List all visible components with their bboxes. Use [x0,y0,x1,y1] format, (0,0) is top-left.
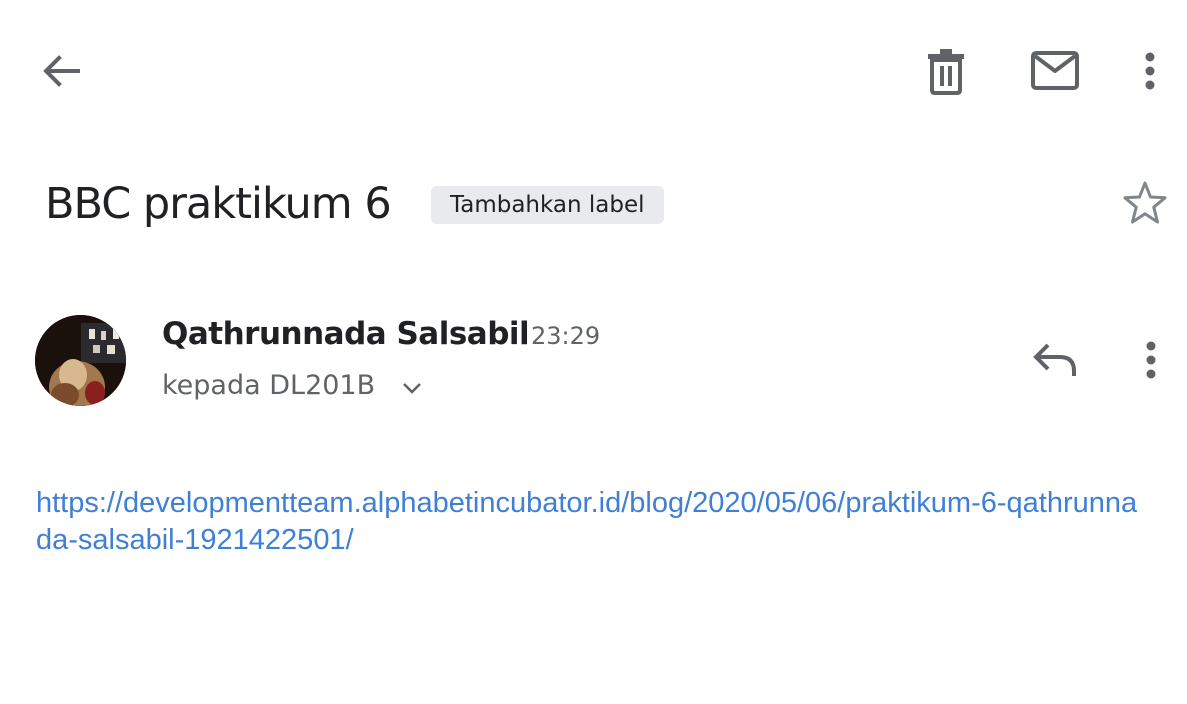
sent-time: 23:29 [531,322,601,350]
reply-icon[interactable] [1030,338,1080,382]
arrow-back-icon[interactable] [38,48,84,94]
add-label-chip[interactable]: Tambahkan label [431,186,664,224]
body-link[interactable]: https://developmentteam.alphabetincubato… [36,485,1146,559]
email-subject: BBC praktikum 6 [45,179,392,229]
trash-icon[interactable] [922,46,970,96]
sender-avatar[interactable] [35,315,126,406]
more-vert-icon[interactable] [1132,48,1168,94]
sender-name: Qathrunnada Salsabil [162,316,530,352]
star-outline-icon[interactable] [1120,178,1170,228]
recipient-line[interactable]: kepada DL201B [162,368,375,404]
chevron-down-icon[interactable] [400,378,424,398]
more-vert-icon[interactable] [1133,338,1169,384]
mail-icon[interactable] [1028,48,1082,94]
